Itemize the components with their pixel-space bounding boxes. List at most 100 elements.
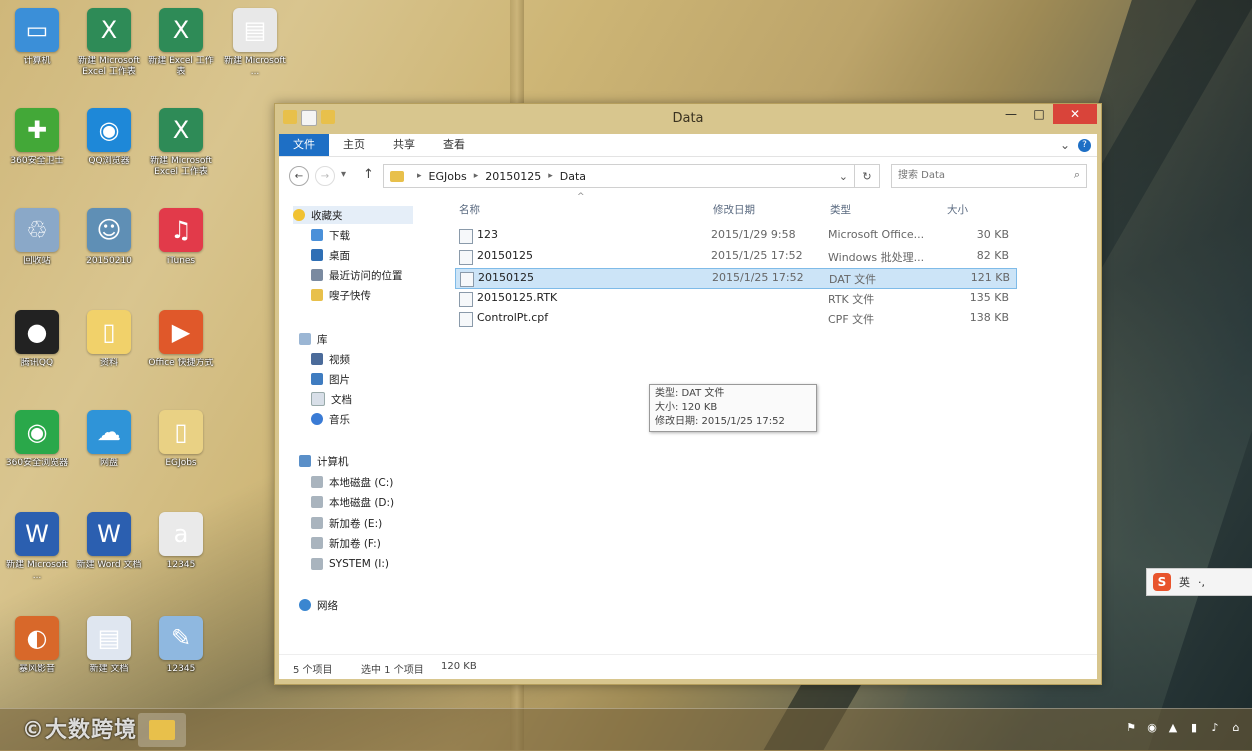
file-row[interactable]: 20150125.RTK RTK 文件 135 KB bbox=[455, 289, 1015, 308]
recent-locations-button[interactable]: ▾ bbox=[341, 169, 346, 180]
desktop-icon-item[interactable]: ▶ Office 快捷方式 bbox=[146, 310, 216, 380]
nav-computer-label: 计算机 bbox=[317, 455, 349, 468]
search-box[interactable]: ⌕ bbox=[891, 164, 1087, 188]
back-button[interactable]: ← bbox=[289, 166, 309, 186]
nav-videos[interactable]: 视频 bbox=[311, 350, 350, 368]
ime-mode[interactable]: ·, bbox=[1198, 576, 1205, 589]
up-button[interactable]: ↑ bbox=[363, 167, 374, 182]
file-row[interactable]: 20150125 2015/1/25 17:52 Windows 批处理... 82 … bbox=[455, 247, 1015, 266]
nav-network[interactable]: 网络 bbox=[299, 596, 338, 614]
breadcrumb-egjobs[interactable]: EGJobs bbox=[429, 170, 467, 183]
file-row[interactable]: 123 2015/1/29 9:58 Microsoft Office... 30 K… bbox=[455, 226, 1015, 245]
nav-desktop[interactable]: 桌面 bbox=[311, 246, 350, 264]
desktop-icon-item[interactable]: ◉ QQ浏览器 bbox=[74, 108, 144, 178]
security-icon[interactable]: ◉ bbox=[1146, 721, 1158, 734]
pictures-icon bbox=[311, 373, 323, 385]
nav-drive-e[interactable]: 新加卷 (E:) bbox=[311, 514, 382, 532]
star-icon bbox=[293, 209, 305, 221]
nav-library-label: 库 bbox=[317, 333, 328, 346]
recycle-bin-icon: ♲ bbox=[15, 208, 59, 252]
tab-home[interactable]: 主页 bbox=[329, 134, 379, 156]
title-bar[interactable]: Data — □ ✕ bbox=[275, 104, 1101, 132]
file-row[interactable]: 20150125 2015/1/25 17:52 DAT 文件 121 KB bbox=[455, 268, 1017, 289]
taskbar-explorer-button[interactable] bbox=[138, 713, 186, 747]
column-header-name[interactable]: 名称 bbox=[459, 202, 480, 217]
nav-pictures[interactable]: 图片 bbox=[311, 370, 350, 388]
search-input[interactable] bbox=[892, 165, 1058, 185]
breadcrumb-20150125[interactable]: 20150125 bbox=[485, 170, 541, 183]
search-icon[interactable]: ⌕ bbox=[1074, 168, 1080, 182]
volume-icon[interactable]: ♪ bbox=[1209, 721, 1221, 734]
breadcrumb-data[interactable]: Data bbox=[560, 170, 586, 183]
desktop-icon-item[interactable]: ▯ EGJobs bbox=[146, 410, 216, 480]
nav-drive-c-label: 本地磁盘 (C:) bbox=[329, 476, 394, 489]
ime-toolbar[interactable]: S 英 ·, bbox=[1146, 568, 1252, 596]
file-icon bbox=[459, 250, 473, 265]
desktop-icon-item[interactable]: ▭ 计算机 bbox=[2, 8, 72, 78]
action-center-icon[interactable]: ⚑ bbox=[1125, 721, 1137, 734]
desktop-icon-item[interactable]: W 新建 Word 文档 bbox=[74, 512, 144, 582]
file-type: Windows 批处理... bbox=[828, 251, 925, 264]
desktop-icon-item[interactable]: ☺ 20150210 bbox=[74, 208, 144, 278]
minimize-button[interactable]: — bbox=[997, 104, 1025, 124]
navigation-pane: 收藏夹 下载 桌面 最近访问的位置 嗖子快传 库 视频 图片 文档 音乐 计算机… bbox=[279, 192, 433, 654]
watermark-logo: ©大数跨境 bbox=[22, 718, 138, 743]
tab-share[interactable]: 共享 bbox=[379, 134, 429, 156]
desktop-icon-item[interactable]: ▤ 新建 文档 bbox=[74, 616, 144, 686]
nav-documents[interactable]: 文档 bbox=[311, 390, 352, 408]
drive-icon bbox=[311, 558, 323, 570]
column-header-size[interactable]: 大小 bbox=[947, 202, 968, 217]
nav-favorites[interactable]: 收藏夹 bbox=[293, 206, 413, 224]
tab-view[interactable]: 查看 bbox=[429, 134, 479, 156]
maximize-button[interactable]: □ bbox=[1025, 104, 1053, 124]
column-header-type[interactable]: 类型 bbox=[830, 202, 851, 217]
nav-drive-d[interactable]: 本地磁盘 (D:) bbox=[311, 493, 394, 511]
file-icon bbox=[460, 272, 474, 287]
desktop-icon-item[interactable]: ▯ 资料 bbox=[74, 310, 144, 380]
nav-drive-c[interactable]: 本地磁盘 (C:) bbox=[311, 473, 393, 491]
file-tooltip: 类型: DAT 文件 大小: 120 KB 修改日期: 2015/1/25 17… bbox=[649, 384, 817, 432]
tooltip-type: 类型: DAT 文件 bbox=[655, 388, 725, 399]
desktop-icon-item[interactable]: X 新建 Excel 工作表 bbox=[146, 8, 216, 78]
desktop-icon-item[interactable]: ◉ 360安全浏览器 bbox=[2, 410, 72, 480]
tab-file[interactable]: 文件 bbox=[279, 134, 329, 156]
ribbon-expand-icon[interactable]: ⌄ bbox=[1060, 138, 1070, 152]
desktop-icon-item[interactable]: ♲ 回收站 bbox=[2, 208, 72, 278]
close-button[interactable]: ✕ bbox=[1053, 104, 1097, 124]
nav-library[interactable]: 库 bbox=[299, 330, 328, 348]
forward-button[interactable]: → bbox=[315, 166, 335, 186]
input-method-icon[interactable]: ⌂ bbox=[1230, 721, 1242, 734]
desktop-icon-item[interactable]: a 12345 bbox=[146, 512, 216, 582]
navigation-bar: ← → ▾ ↑ ▸ EGJobs ▸ 20150125 ▸ Data ⌄ ↻ ⌕ bbox=[279, 156, 1097, 193]
desktop-icon-item[interactable]: ● 腾讯QQ bbox=[2, 310, 72, 380]
address-dropdown-icon[interactable]: ⌄ bbox=[839, 170, 848, 183]
file-row[interactable]: ControlPt.cpf CPF 文件 138 KB bbox=[455, 309, 1015, 328]
nav-recent[interactable]: 最近访问的位置 bbox=[311, 266, 403, 284]
desktop-icon-item[interactable]: ▤ 新建 Microsoft ... bbox=[220, 8, 290, 78]
ime-language[interactable]: 英 bbox=[1179, 574, 1190, 590]
help-icon[interactable]: ? bbox=[1078, 138, 1091, 152]
desktop-icon-item[interactable]: X 新建 Microsoft Excel 工作表 bbox=[74, 8, 144, 78]
battery-icon[interactable]: ▮ bbox=[1188, 721, 1200, 734]
address-bar[interactable]: ▸ EGJobs ▸ 20150125 ▸ Data ⌄ bbox=[383, 164, 855, 188]
desktop-icon-item[interactable]: ✎ 12345 bbox=[146, 616, 216, 686]
column-header-date[interactable]: 修改日期 bbox=[713, 202, 755, 217]
desktop-icon-item[interactable]: ◐ 暴风影音 bbox=[2, 616, 72, 686]
nav-recent-label: 最近访问的位置 bbox=[329, 269, 403, 282]
sogou-ime-icon[interactable]: S bbox=[1153, 573, 1171, 591]
file-date: 2015/1/25 17:52 bbox=[711, 249, 803, 262]
nav-computer[interactable]: 计算机 bbox=[299, 452, 349, 470]
refresh-button[interactable]: ↻ bbox=[854, 164, 880, 188]
show-hidden-icons-icon[interactable]: ▲ bbox=[1167, 721, 1179, 734]
nav-downloads[interactable]: 下载 bbox=[311, 226, 350, 244]
explorer-window[interactable]: Data — □ ✕ 文件 主页 共享 查看 ⌄ ? ← → ▾ ↑ ▸ EGJ… bbox=[274, 103, 1102, 685]
desktop-icon-item[interactable]: ☁ 网盘 bbox=[74, 410, 144, 480]
desktop-icon-item[interactable]: ♫ iTunes bbox=[146, 208, 216, 278]
nav-quick-transfer[interactable]: 嗖子快传 bbox=[311, 286, 371, 304]
nav-drive-f[interactable]: 新加卷 (F:) bbox=[311, 534, 381, 552]
nav-music[interactable]: 音乐 bbox=[311, 410, 350, 428]
desktop-icon-item[interactable]: W 新建 Microsoft ... bbox=[2, 512, 72, 582]
nav-drive-i[interactable]: SYSTEM (I:) bbox=[311, 555, 389, 573]
desktop-icon-item[interactable]: X 新建 Microsoft Excel 工作表 bbox=[146, 108, 216, 178]
desktop-icon-item[interactable]: ✚ 360安全卫士 bbox=[2, 108, 72, 178]
